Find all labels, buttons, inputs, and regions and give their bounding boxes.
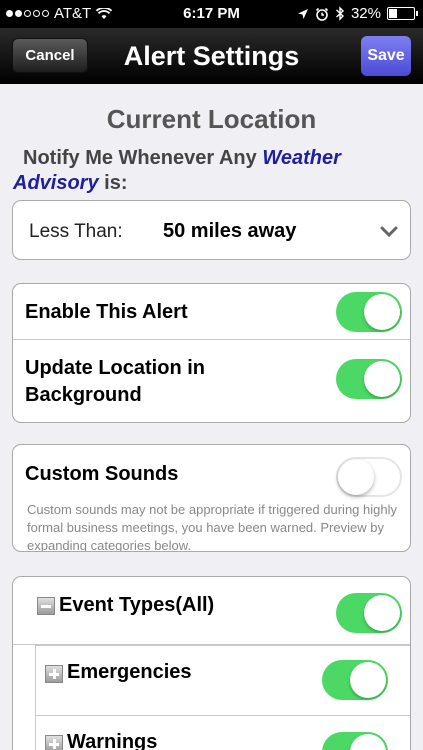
warnings-label: Warnings (67, 731, 158, 750)
update-location-label-line1: Update Location in (25, 357, 205, 379)
status-bar: AT&T 6:17 PM 32% (0, 0, 423, 28)
notify-suffix: is: (104, 172, 128, 194)
status-right-group: 32% (297, 5, 418, 22)
enable-alert-row: Enable This Alert (13, 284, 410, 340)
update-location-toggle[interactable] (336, 359, 402, 399)
update-location-label: Update Location in Background (25, 355, 205, 409)
warnings-row[interactable]: Warnings (35, 715, 410, 750)
chevron-down-icon (380, 226, 398, 238)
update-location-row: Update Location in Background (13, 340, 410, 422)
enable-alert-label: Enable This Alert (25, 301, 188, 323)
custom-sounds-toggle[interactable] (336, 457, 402, 497)
expand-plus-icon[interactable] (45, 665, 63, 683)
settings-content[interactable]: Current Location Notify Me Whenever Any … (0, 84, 423, 750)
notify-highlight-advisory: Advisory (13, 172, 99, 194)
event-row[interactable]: Event Types(All) (13, 577, 410, 645)
navigation-bar: Cancel Alert Settings Save (0, 28, 423, 84)
section-heading: Current Location (106, 104, 317, 134)
cancel-button[interactable]: Cancel (12, 38, 88, 73)
warnings-toggle[interactable] (322, 732, 388, 750)
distance-label: Less Than: (29, 221, 123, 242)
event-types-label: Event Types(All) (59, 594, 215, 616)
battery-icon (387, 7, 418, 20)
event-types-group: Event Types(All) Emergencies Warnings (12, 576, 411, 750)
custom-sounds-note: Custom sounds may not be appropriate if … (27, 502, 397, 552)
notify-highlight-weather: Weather (262, 147, 341, 169)
custom-sounds-label: Custom Sounds (25, 463, 179, 485)
notify-prefix: Notify Me Whenever Any (23, 147, 257, 169)
collapse-icon[interactable] (37, 597, 55, 615)
notify-description: Notify Me Whenever Any Weather Advisory … (13, 146, 408, 196)
enable-alert-toggle[interactable] (336, 292, 402, 332)
distance-value: 50 miles away (163, 220, 297, 242)
custom-sounds-group: Custom Sounds Custom sounds may not be a… (12, 444, 411, 552)
emergencies-label: Emergencies (67, 661, 192, 683)
alarm-clock-icon (315, 7, 329, 21)
update-location-label-line2: Background (25, 384, 142, 406)
location-arrow-icon (297, 8, 308, 19)
emergencies-toggle[interactable] (322, 660, 388, 700)
battery-percent: 32% (350, 5, 381, 22)
bluetooth-icon (335, 6, 344, 21)
event-types-toggle[interactable] (336, 593, 402, 633)
distance-selector[interactable]: Less Than: 50 miles away (12, 200, 411, 260)
expand-plus-icon[interactable] (45, 735, 63, 750)
emergencies-row[interactable]: Emergencies (35, 645, 410, 715)
alerts-settings-group: Enable This Alert Update Location in Bac… (12, 283, 411, 423)
save-button[interactable]: Save (361, 36, 411, 76)
